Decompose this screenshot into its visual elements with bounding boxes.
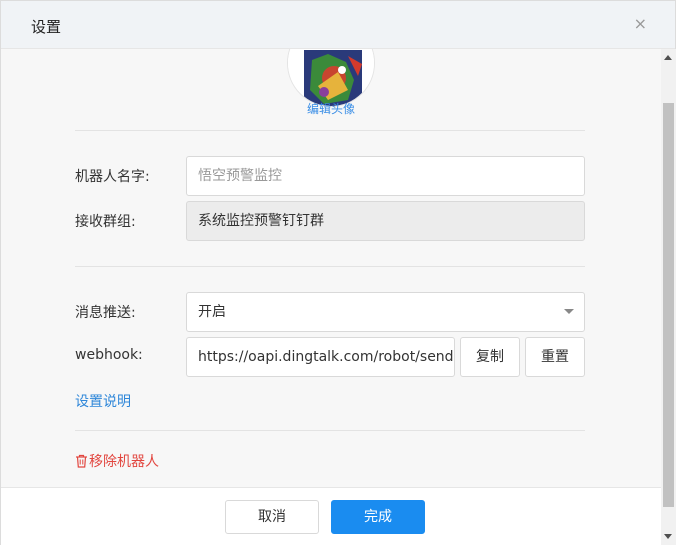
robot-name-input[interactable]: 悟空预警监控	[186, 156, 585, 196]
divider	[75, 266, 585, 267]
scroll-down-icon[interactable]	[664, 534, 672, 539]
avatar-image	[288, 49, 374, 106]
trash-icon	[76, 454, 87, 468]
remove-robot-link[interactable]: 移除机器人	[75, 451, 159, 471]
confirm-button[interactable]: 完成	[331, 500, 425, 534]
scroll-up-icon[interactable]	[664, 55, 672, 60]
copy-button[interactable]: 复制	[460, 337, 520, 377]
webhook-label: webhook:	[75, 347, 143, 363]
push-label: 消息推送:	[75, 305, 136, 321]
scrollbar-thumb[interactable]	[663, 103, 674, 507]
settings-help-link[interactable]: 设置说明	[75, 391, 131, 411]
chevron-down-icon	[564, 309, 574, 314]
remove-robot-label: 移除机器人	[89, 454, 159, 470]
dialog-header: 设置 ×	[1, 1, 675, 49]
reset-button[interactable]: 重置	[525, 337, 585, 377]
dialog-body: 编辑头像 机器人名字: 悟空预警监控 接收群组: 系统监控预警钉钉群 消息推送:…	[1, 49, 661, 487]
avatar[interactable]	[287, 49, 375, 107]
robot-name-label: 机器人名字:	[75, 169, 150, 185]
settings-dialog: 设置 × 编辑头像 机器人名字: 悟空预警监控 接收群组: 系统监控预警钉钉群 …	[0, 0, 676, 545]
divider	[75, 130, 585, 131]
scrollbar[interactable]	[661, 49, 676, 545]
push-select[interactable]: 开启	[186, 292, 585, 332]
receive-group-label: 接收群组:	[75, 214, 136, 230]
divider	[75, 430, 585, 431]
receive-group-field: 系统监控预警钉钉群	[186, 201, 585, 241]
push-select-value: 开启	[198, 304, 226, 320]
webhook-input[interactable]: https://oapi.dingtalk.com/robot/send	[186, 337, 455, 377]
edit-avatar-link[interactable]: 编辑头像	[301, 100, 361, 117]
dialog-title: 设置	[31, 18, 62, 36]
cancel-button[interactable]: 取消	[225, 500, 319, 534]
close-icon[interactable]: ×	[634, 15, 647, 33]
dialog-footer: 取消 完成	[1, 487, 661, 545]
